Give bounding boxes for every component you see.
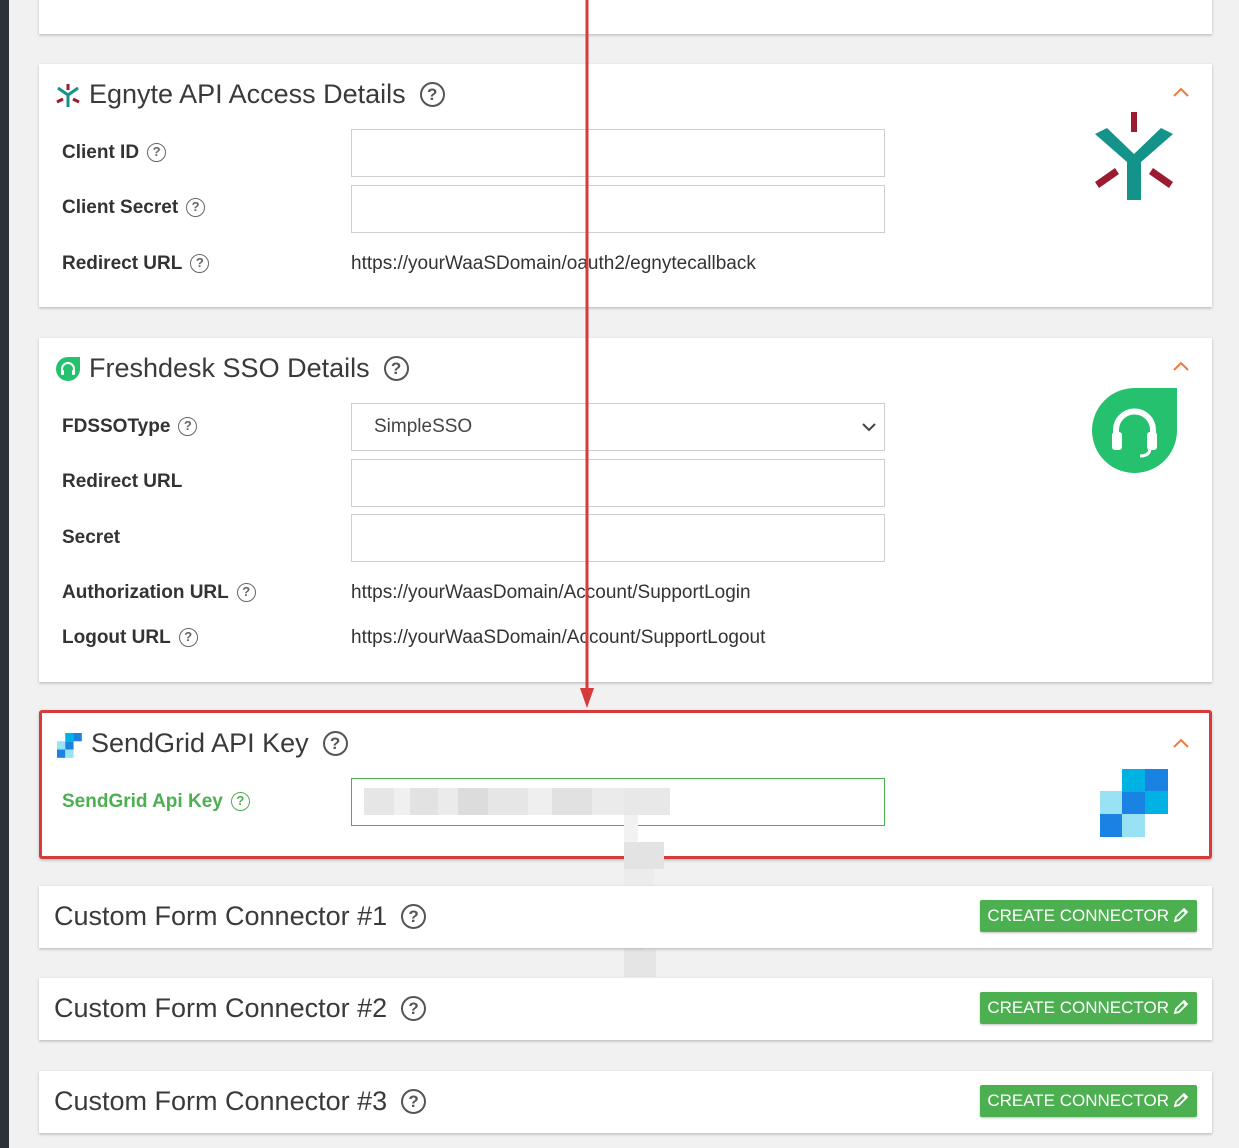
egnyte-large-logo-icon bbox=[1095, 112, 1173, 200]
help-icon[interactable]: ? bbox=[401, 904, 427, 929]
sendgrid-title-text: SendGrid API Key bbox=[91, 728, 309, 758]
pencil-icon bbox=[1173, 999, 1189, 1015]
logout-url-label: Logout URL? bbox=[62, 627, 198, 649]
chevron-up-icon[interactable] bbox=[1172, 737, 1190, 749]
create-connector-1-button[interactable]: CREATE CONNECTOR bbox=[980, 900, 1197, 932]
sendgrid-card-title: SendGrid API Key? bbox=[91, 728, 348, 759]
freshdesk-redirect-url-label: Redirect URL bbox=[62, 471, 183, 492]
chevron-up-icon[interactable] bbox=[1172, 360, 1190, 372]
authorization-url-value: https://yourWaasDomain/Account/SupportLo… bbox=[351, 582, 751, 603]
help-icon[interactable]: ? bbox=[230, 792, 250, 811]
help-icon[interactable]: ? bbox=[383, 356, 409, 381]
help-icon[interactable]: ? bbox=[236, 583, 256, 602]
freshdesk-large-logo-icon bbox=[1092, 388, 1177, 473]
help-icon[interactable]: ? bbox=[147, 143, 167, 162]
freshdesk-title-text: Freshdesk SSO Details bbox=[89, 353, 370, 383]
freshdesk-headset-icon bbox=[56, 357, 80, 381]
client-id-label: Client ID? bbox=[62, 142, 167, 164]
chevron-down-icon bbox=[862, 423, 876, 432]
chevron-up-icon[interactable] bbox=[1172, 86, 1190, 98]
help-icon[interactable]: ? bbox=[178, 417, 198, 436]
obscured-api-key bbox=[364, 788, 670, 977]
secret-input[interactable] bbox=[351, 514, 885, 562]
fdssotype-select[interactable]: SimpleSSO bbox=[351, 403, 885, 451]
fdssotype-selected-value: SimpleSSO bbox=[374, 416, 473, 437]
connector-title-text: Custom Form Connector #3 bbox=[54, 1086, 388, 1116]
create-connector-label: CREATE CONNECTOR bbox=[987, 998, 1169, 1017]
freshdesk-card: Freshdesk SSO Details? FDSSOType? Simple… bbox=[39, 338, 1212, 682]
help-icon[interactable]: ? bbox=[401, 1089, 427, 1114]
connector-title-text: Custom Form Connector #2 bbox=[54, 993, 388, 1023]
freshdesk-redirect-url-input[interactable] bbox=[351, 459, 885, 507]
create-connector-3-button[interactable]: CREATE CONNECTOR bbox=[980, 1085, 1197, 1117]
custom-form-connector-3-card: Custom Form Connector #3? CREATE CONNECT… bbox=[39, 1071, 1212, 1133]
help-icon[interactable]: ? bbox=[178, 628, 198, 647]
custom-form-connector-2-card: Custom Form Connector #2? CREATE CONNECT… bbox=[39, 978, 1212, 1040]
custom-form-connector-1-card: Custom Form Connector #1? CREATE CONNECT… bbox=[39, 886, 1212, 948]
logout-url-value: https://yourWaaSDomain/Account/SupportLo… bbox=[351, 627, 766, 648]
help-icon[interactable]: ? bbox=[190, 254, 210, 273]
sendgrid-api-key-label: SendGrid Api Key? bbox=[62, 791, 250, 813]
sendgrid-large-logo-icon bbox=[1100, 769, 1168, 837]
pencil-icon bbox=[1173, 907, 1189, 923]
sendgrid-api-key-input[interactable] bbox=[351, 778, 885, 977]
secret-label: Secret bbox=[62, 527, 121, 548]
client-id-input[interactable] bbox=[351, 129, 885, 177]
egnyte-card: Egnyte API Access Details? Client ID? Cl… bbox=[39, 64, 1212, 307]
egnyte-card-title: Egnyte API Access Details? bbox=[89, 79, 445, 110]
create-connector-2-button[interactable]: CREATE CONNECTOR bbox=[980, 992, 1197, 1024]
egnyte-title-text: Egnyte API Access Details bbox=[89, 79, 406, 109]
custom-form-connector-1-title: Custom Form Connector #1? bbox=[54, 901, 427, 932]
custom-form-connector-2-title: Custom Form Connector #2? bbox=[54, 993, 427, 1024]
client-secret-input[interactable] bbox=[351, 185, 885, 233]
sendgrid-logo-icon bbox=[57, 733, 82, 758]
egnyte-redirect-url-value: https://yourWaaSDomain/oauth2/egnytecall… bbox=[351, 253, 756, 274]
egnyte-logo-icon bbox=[56, 84, 80, 107]
egnyte-redirect-url-label: Redirect URL? bbox=[62, 253, 210, 275]
authorization-url-label: Authorization URL? bbox=[62, 582, 256, 604]
previous-card bbox=[39, 0, 1212, 34]
create-connector-label: CREATE CONNECTOR bbox=[987, 906, 1169, 925]
connector-title-text: Custom Form Connector #1 bbox=[54, 901, 388, 931]
help-icon[interactable]: ? bbox=[186, 198, 206, 217]
fdssotype-label: FDSSOType? bbox=[62, 416, 198, 438]
pencil-icon bbox=[1173, 1092, 1189, 1108]
custom-form-connector-3-title: Custom Form Connector #3? bbox=[54, 1086, 427, 1117]
create-connector-label: CREATE CONNECTOR bbox=[987, 1091, 1169, 1110]
client-secret-label: Client Secret? bbox=[62, 197, 206, 219]
sendgrid-card: SendGrid API Key? SendGrid Api Key? bbox=[39, 710, 1212, 977]
help-icon[interactable]: ? bbox=[322, 731, 348, 756]
freshdesk-card-title: Freshdesk SSO Details? bbox=[89, 353, 409, 384]
help-icon[interactable]: ? bbox=[419, 82, 445, 107]
help-icon[interactable]: ? bbox=[401, 996, 427, 1021]
left-sidebar-edge bbox=[0, 0, 9, 1148]
